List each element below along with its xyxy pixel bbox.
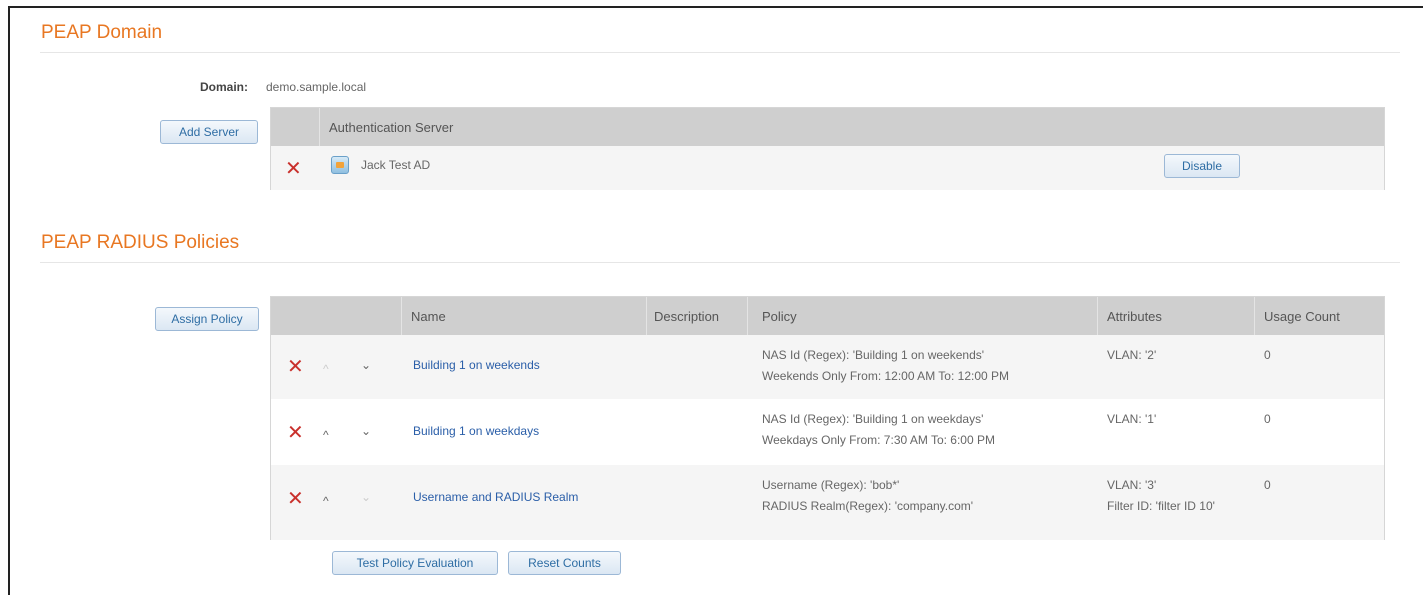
section-divider <box>40 52 1400 53</box>
policy-name-link[interactable]: Building 1 on weekdays <box>413 424 539 438</box>
attributes-line1: VLAN: '3' <box>1107 478 1157 492</box>
policy-line1: NAS Id (Regex): 'Building 1 on weekdays' <box>762 412 984 426</box>
table-row: ✕ ^ ⌄ Username and RADIUS Realm Username… <box>271 465 1384 540</box>
move-down-icon: ⌄ <box>361 490 372 504</box>
attributes-line1: VLAN: '2' <box>1107 348 1157 362</box>
usage-count: 0 <box>1264 412 1271 426</box>
policy-line2: Weekdays Only From: 7:30 AM To: 6:00 PM <box>762 433 995 447</box>
table-row: ✕ Jack Test AD Disable <box>271 146 1384 190</box>
policy-line1: Username (Regex): 'bob*' <box>762 478 900 492</box>
attributes-line1: VLAN: '1' <box>1107 412 1157 426</box>
delete-icon[interactable]: ✕ <box>287 423 304 443</box>
policy-line2: Weekends Only From: 12:00 AM To: 12:00 P… <box>762 369 1010 383</box>
policy-line1: NAS Id (Regex): 'Building 1 on weekends' <box>762 348 985 362</box>
move-down-icon[interactable]: ⌄ <box>361 359 371 371</box>
assign-policy-button[interactable]: Assign Policy <box>155 307 259 331</box>
radius-policies-table-header: Name Description Policy Attributes Usage… <box>271 297 1384 335</box>
attributes-line2: Filter ID: 'filter ID 10' <box>1107 499 1215 513</box>
domain-label: Domain: <box>200 80 248 94</box>
move-up-icon: ^ <box>323 362 329 376</box>
move-up-icon[interactable]: ^ <box>323 429 329 441</box>
peap-domain-title: PEAP Domain <box>41 22 163 43</box>
auth-server-table-header: Authentication Server <box>271 108 1384 146</box>
delete-icon[interactable]: ✕ <box>285 159 302 179</box>
domain-value: demo.sample.local <box>266 80 367 94</box>
table-row: ✕ ^ ⌄ Building 1 on weekdays NAS Id (Reg… <box>271 399 1384 465</box>
auth-server-table: Authentication Server ✕ Jack Test AD Dis… <box>270 107 1385 190</box>
disable-button[interactable]: Disable <box>1164 154 1240 178</box>
delete-icon[interactable]: ✕ <box>287 489 304 509</box>
server-name: Jack Test AD <box>361 158 431 172</box>
move-down-icon[interactable]: ⌄ <box>361 425 371 437</box>
policy-name-link[interactable]: Username and RADIUS Realm <box>413 490 578 504</box>
policy-line2: RADIUS Realm(Regex): 'company.com' <box>762 499 974 513</box>
table-row: ✕ ^ ⌄ Building 1 on weekends NAS Id (Reg… <box>271 335 1384 399</box>
server-icon <box>331 156 349 174</box>
policy-name-link[interactable]: Building 1 on weekends <box>413 358 540 372</box>
radius-policies-table: Name Description Policy Attributes Usage… <box>270 296 1385 540</box>
usage-count: 0 <box>1264 348 1271 362</box>
add-server-button[interactable]: Add Server <box>160 120 258 144</box>
move-up-icon[interactable]: ^ <box>323 495 329 507</box>
section-divider <box>40 262 1400 263</box>
test-policy-evaluation-button[interactable]: Test Policy Evaluation <box>332 551 498 575</box>
usage-count: 0 <box>1264 478 1271 492</box>
delete-icon[interactable]: ✕ <box>287 357 304 377</box>
reset-counts-button[interactable]: Reset Counts <box>508 551 621 575</box>
radius-policies-title: PEAP RADIUS Policies <box>41 232 240 253</box>
